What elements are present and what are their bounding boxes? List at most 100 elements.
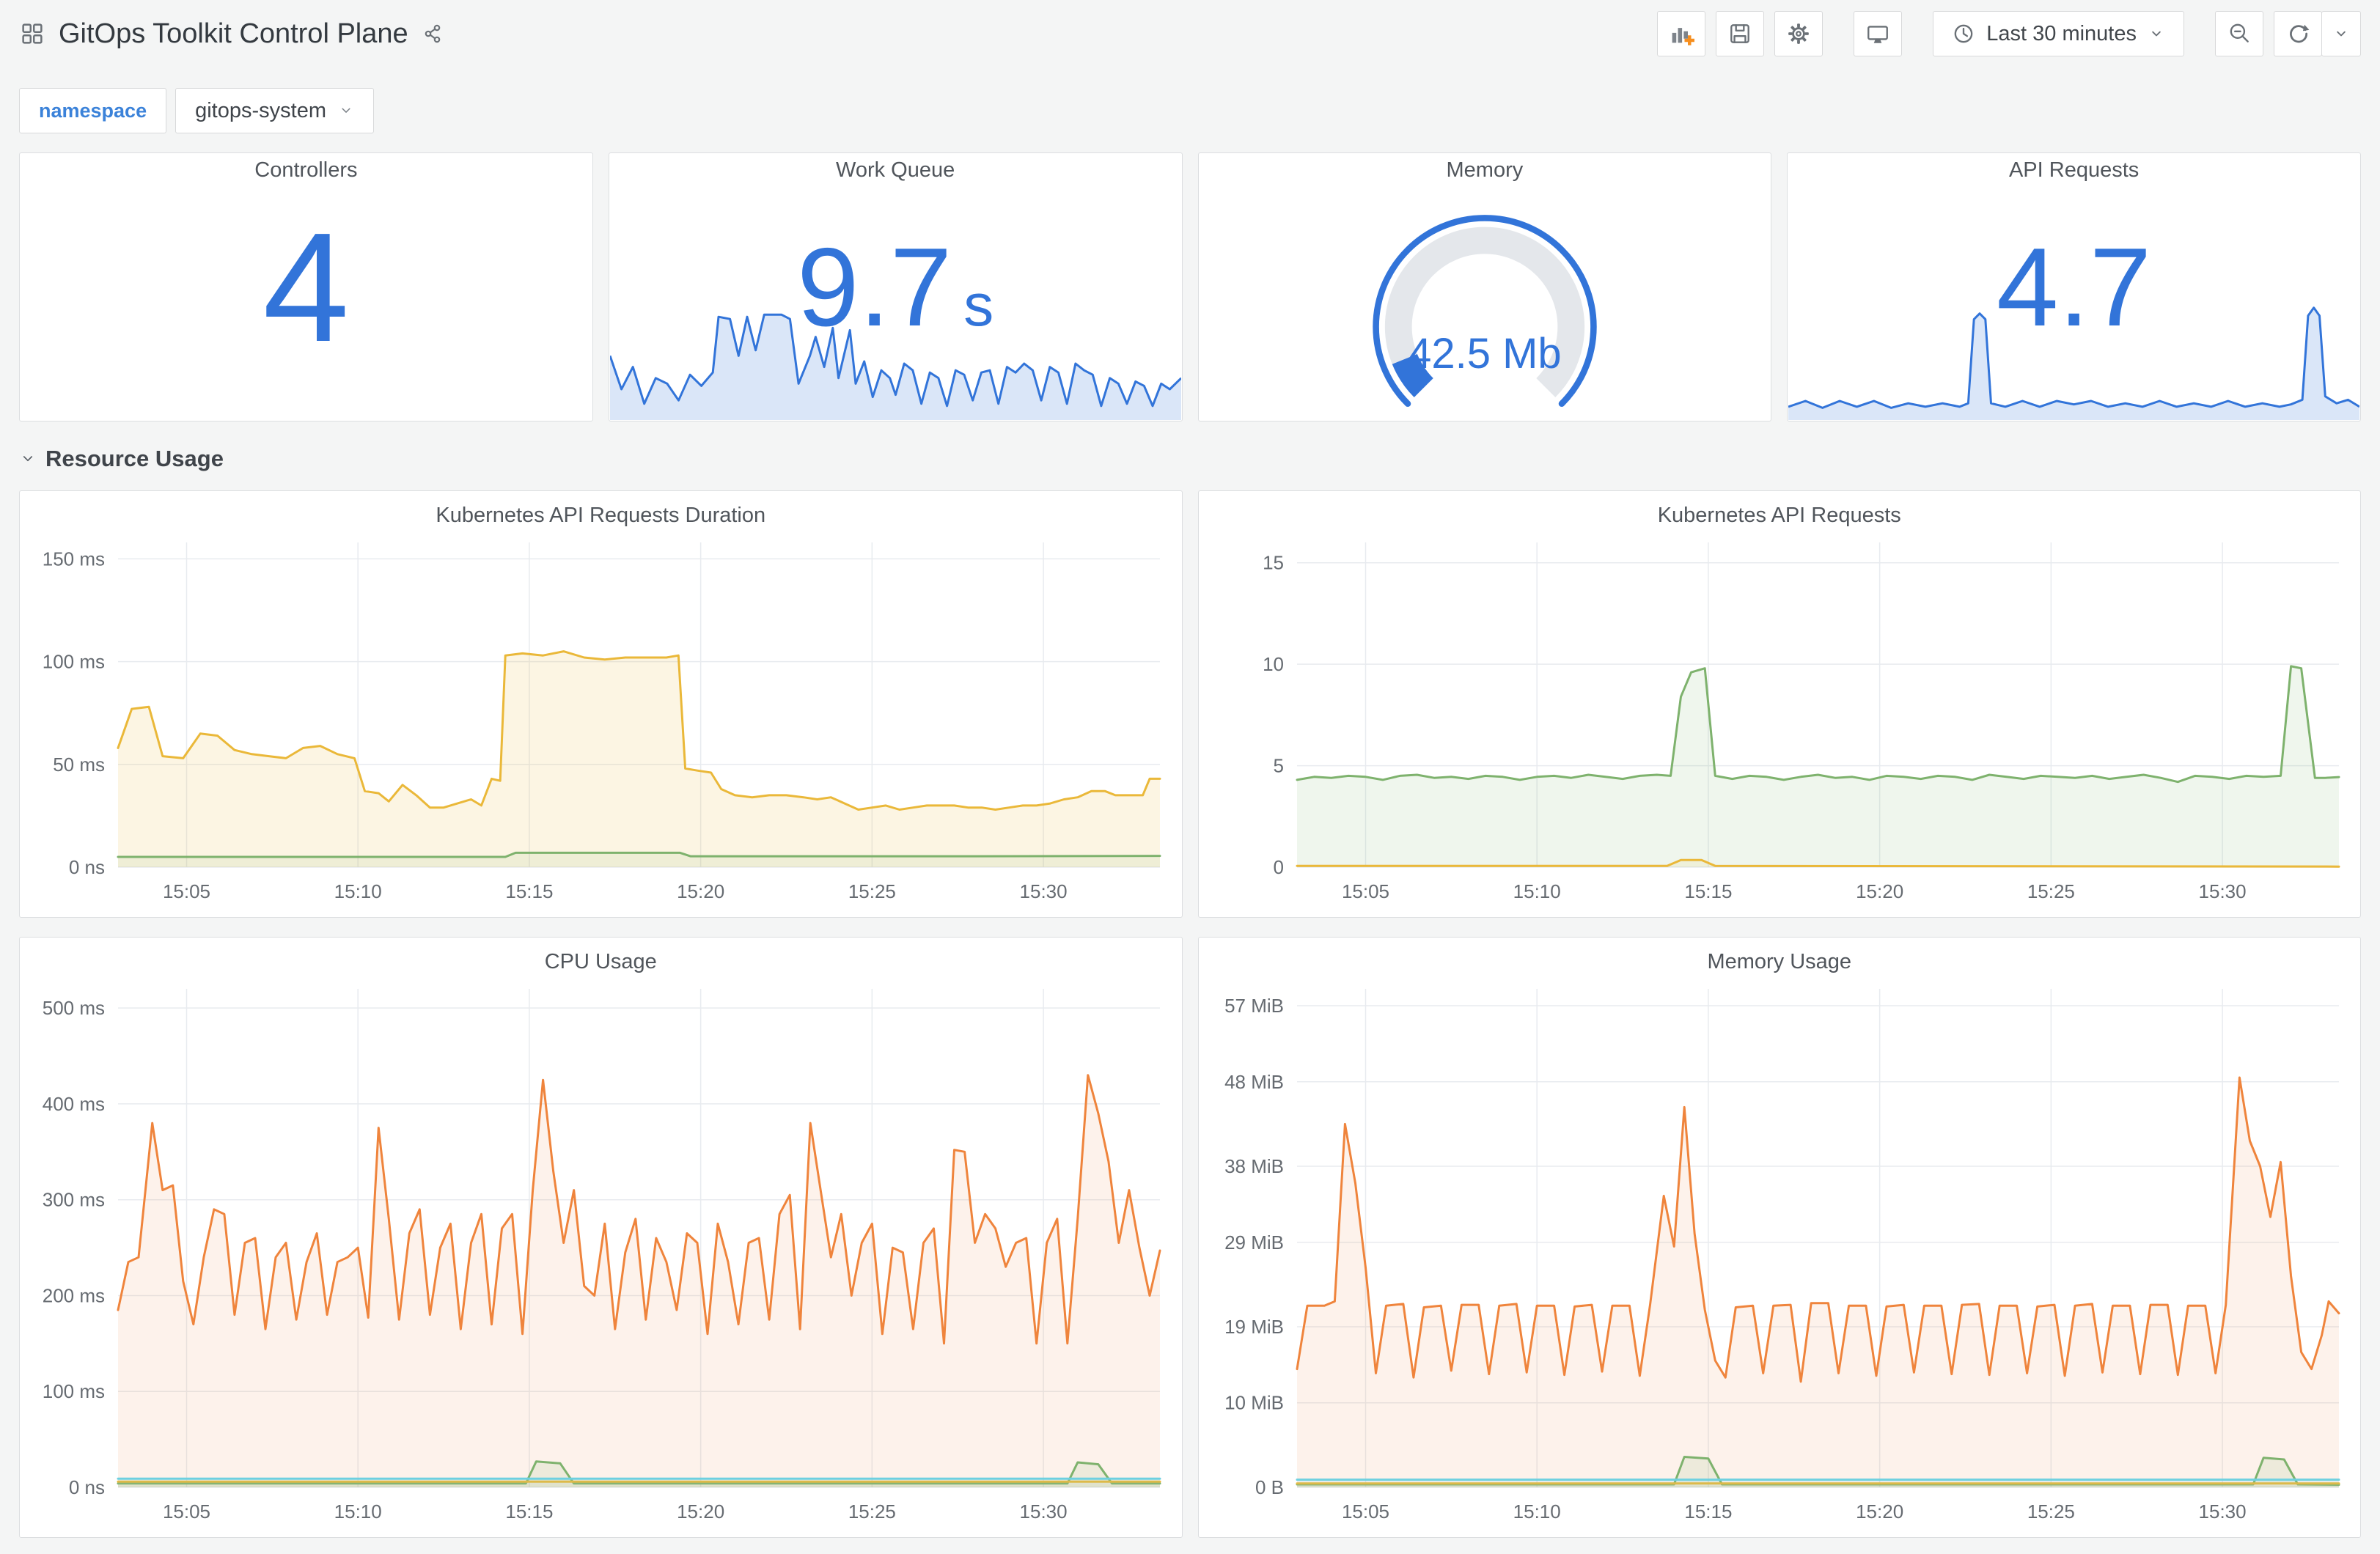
x-axis-label: 15:10 xyxy=(334,1500,382,1522)
zoom-out-button[interactable] xyxy=(2215,11,2263,56)
legend-sort-current[interactable]: current xyxy=(2188,916,2338,918)
x-axis-label: 15:20 xyxy=(1856,1500,1903,1522)
x-axis-label: 15:30 xyxy=(1020,880,1068,902)
y-axis-label: 400 ms xyxy=(43,1093,105,1115)
page-title[interactable]: GitOps Toolkit Control Plane xyxy=(59,18,408,50)
dashboard-settings-button[interactable] xyxy=(1774,11,1823,56)
stats-row: Controllers 4 Work Queue 9.7 s Memory 42.… xyxy=(19,152,2361,421)
x-axis-label: 15:10 xyxy=(1513,1500,1560,1522)
legend-sort-avg[interactable]: avg xyxy=(870,1536,1010,1538)
stat-unit: s xyxy=(963,271,994,339)
legend-sort-avg[interactable]: avg xyxy=(2049,916,2188,918)
legend-header: avgcurrent xyxy=(32,1532,1170,1538)
y-axis-label: 0 B xyxy=(1255,1476,1283,1498)
chart-svg: 0 B 10 MiB 19 MiB 29 MiB 38 MiB 48 MiB 57 MiB 1… xyxy=(1224,989,2340,1522)
x-axis-label: 15:15 xyxy=(505,880,553,902)
cycle-view-button[interactable] xyxy=(1854,11,1903,56)
panel-title[interactable]: Controllers xyxy=(20,153,592,187)
y-axis-label: 500 ms xyxy=(43,997,105,1019)
stat-value: 4.7 xyxy=(1996,224,2152,350)
panel-work-queue: Work Queue 9.7 s xyxy=(608,152,1183,421)
timeseries-plot[interactable]: 0 5 10 15 15:05 15:10 15:15 15:20 15:25 15:30 xyxy=(1209,532,2351,912)
timeseries-plot[interactable]: 0 ns 100 ms 200 ms 300 ms 400 ms 500 ms 15:05 1… xyxy=(30,979,1172,1532)
y-axis-label: 0 xyxy=(1273,856,1283,878)
chart-svg: 0 ns 50 ms 100 ms 150 ms 15:05 15:10 15:15 15:2… xyxy=(43,542,1161,902)
x-axis-label: 15:10 xyxy=(334,880,382,902)
panel-title[interactable]: Kubernetes API Requests Duration xyxy=(30,498,1172,532)
legend: avgcurrentP505 ms5 msP9948 ms43 ms xyxy=(30,912,1172,918)
y-axis-label: 5 xyxy=(1273,755,1283,777)
panel-title[interactable]: Memory Usage xyxy=(1209,945,2351,979)
x-axis-label: 15:20 xyxy=(1856,880,1903,902)
x-axis-label: 15:10 xyxy=(1513,880,1560,902)
x-axis-label: 15:15 xyxy=(1684,880,1732,902)
legend-sort-current[interactable]: current xyxy=(1010,1536,1160,1538)
chart-svg: 0 ns 100 ms 200 ms 300 ms 400 ms 500 ms 15:05 1… xyxy=(43,989,1161,1522)
panel-controllers: Controllers 4 xyxy=(19,152,593,421)
x-axis-label: 15:20 xyxy=(677,880,724,902)
panel-memory: Memory 42.5 Mb xyxy=(1197,152,1772,421)
panel-title[interactable]: Kubernetes API Requests xyxy=(1209,498,2351,532)
y-axis-label: 200 ms xyxy=(43,1284,105,1306)
x-axis-label: 15:30 xyxy=(2198,880,2246,902)
legend-sort-current[interactable]: current xyxy=(1010,916,1160,918)
gauge-value: 42.5 Mb xyxy=(1408,330,1562,378)
chevron-down-icon xyxy=(19,450,37,468)
stat-value: 9.7 s xyxy=(796,224,994,350)
y-axis-label: 100 ms xyxy=(43,651,105,673)
x-axis-label: 15:05 xyxy=(1341,880,1389,902)
panel-k8s-api-requests: Kubernetes API Requests 0 5 10 15 15:05 15:10… xyxy=(1197,490,2361,918)
save-dashboard-button[interactable] xyxy=(1716,11,1765,56)
x-axis-label: 15:30 xyxy=(1020,1500,1068,1522)
zoom-out-icon xyxy=(2227,21,2252,46)
dashboard-header: GitOps Toolkit Control Plane Last 30 min… xyxy=(0,0,2380,67)
add-panel-button[interactable] xyxy=(1657,11,1706,56)
panel-title[interactable]: CPU Usage xyxy=(30,945,1172,979)
panel-cpu-usage: CPU Usage 0 ns 100 ms 200 ms 300 ms 400 ms 50… xyxy=(19,937,1183,1538)
x-axis-label: 15:20 xyxy=(677,1500,724,1522)
legend-sort-current[interactable]: current xyxy=(2188,1536,2338,1538)
timeseries-plot[interactable]: 0 ns 50 ms 100 ms 150 ms 15:05 15:10 15:15 15:2… xyxy=(30,532,1172,912)
toolbar: Last 30 minutes xyxy=(1657,11,2361,56)
share-icon[interactable] xyxy=(422,22,445,45)
charts-row-2: CPU Usage 0 ns 100 ms 200 ms 300 ms 400 ms 50… xyxy=(19,937,2361,1538)
panel-memory-usage: Memory Usage 0 B 10 MiB 19 MiB 29 MiB 38 MiB… xyxy=(1197,937,2361,1538)
variable-value: gitops-system xyxy=(195,98,326,122)
x-axis-label: 15:15 xyxy=(1684,1500,1732,1522)
refresh-interval-dropdown[interactable] xyxy=(2321,11,2361,56)
variable-value-dropdown[interactable]: gitops-system xyxy=(175,88,374,133)
x-axis-label: 15:25 xyxy=(848,880,896,902)
add-panel-icon xyxy=(1668,21,1695,47)
timeseries-plot[interactable]: 0 B 10 MiB 19 MiB 29 MiB 38 MiB 48 MiB 57 MiB 1… xyxy=(1209,979,2351,1532)
memory-gauge: 42.5 Mb xyxy=(1350,191,1620,413)
panel-title[interactable]: API Requests xyxy=(1788,153,2360,187)
variable-label: namespace xyxy=(19,88,167,133)
x-axis-label: 15:05 xyxy=(163,1500,210,1522)
y-axis-label: 38 MiB xyxy=(1224,1155,1284,1177)
dashboard-grid-icon[interactable] xyxy=(19,21,45,47)
legend: avgcurrenthelm-controller-57f9b56bbf-k24… xyxy=(1209,1532,2351,1538)
panel-title[interactable]: Memory xyxy=(1199,153,1771,187)
legend: avgcurrenthelm-controller-57f9b56bbf-k24… xyxy=(30,1532,1172,1538)
y-axis-label: 150 ms xyxy=(43,548,105,570)
legend-sort-avg[interactable]: avg xyxy=(2049,1536,2188,1538)
x-axis-label: 15:30 xyxy=(2198,1500,2246,1522)
chart-svg: 0 5 10 15 15:05 15:10 15:15 15:20 15:25 15:30 xyxy=(1263,542,2340,902)
row-title: Resource Usage xyxy=(45,446,224,471)
x-axis-label: 15:25 xyxy=(2027,1500,2074,1522)
y-axis-label: 57 MiB xyxy=(1224,995,1284,1017)
panel-k8s-api-requests-duration: Kubernetes API Requests Duration 0 ns 50 … xyxy=(19,490,1183,918)
refresh-button[interactable] xyxy=(2274,11,2322,56)
chevron-down-icon xyxy=(2147,24,2166,43)
row-toggle-resource-usage[interactable]: Resource Usage xyxy=(19,443,2361,474)
x-axis-label: 15:05 xyxy=(1341,1500,1389,1522)
legend: avgcurrenttotal4.744.44errors0.010 xyxy=(1209,912,2351,918)
legend-header: avgcurrent xyxy=(32,912,1170,918)
y-axis-label: 48 MiB xyxy=(1224,1071,1284,1093)
time-range-picker[interactable]: Last 30 minutes xyxy=(1933,11,2184,56)
y-axis-label: 50 ms xyxy=(53,754,105,776)
legend-sort-avg[interactable]: avg xyxy=(870,916,1010,918)
panel-title[interactable]: Work Queue xyxy=(609,153,1182,187)
x-axis-label: 15:05 xyxy=(163,880,210,902)
save-dashboard-icon xyxy=(1727,21,1752,46)
